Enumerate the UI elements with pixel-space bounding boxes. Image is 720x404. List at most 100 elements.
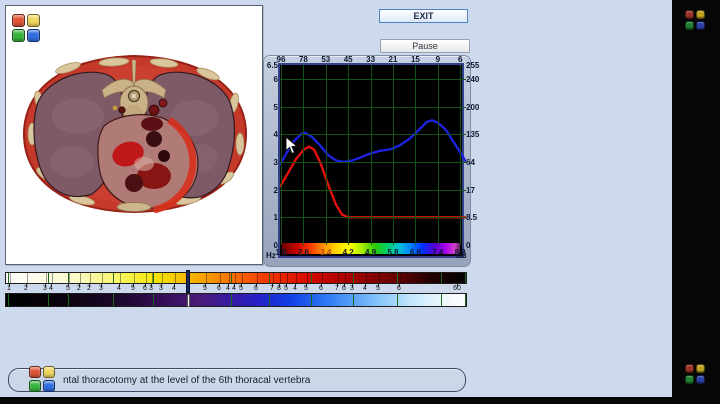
spectrum-tick [220,273,221,283]
axis-label: 2 [264,186,278,195]
app-window: EXIT Pause 1.8962.6783.4534.2454.9335.82… [0,0,720,404]
axis-label: 8.5 [466,213,482,222]
blue-square-button[interactable] [43,380,55,392]
spectrum-tick [256,284,257,287]
axis-label: 45 [340,55,356,64]
yellow-square-button[interactable] [696,364,705,373]
spectrum-tick [102,273,103,283]
spectrum-tick [269,294,270,306]
spectrum-tick [279,284,280,287]
yellow-square-button[interactable] [43,366,55,378]
spectrum-tick [280,273,281,283]
spectrum-tick [8,294,9,306]
spectrum-tick [441,273,442,283]
green-square-button[interactable] [685,375,694,384]
spectrum-tick [79,284,80,287]
gridline [280,79,466,80]
spectrum-tick [229,273,230,283]
red-square-button[interactable] [685,10,694,19]
spectrum-tick [101,284,102,287]
axis-label: 53 [318,55,334,64]
spectrum-tick [397,273,398,283]
view-control-buttons [12,14,40,42]
red-square-button[interactable] [29,366,41,378]
spectrum-tick [9,284,10,287]
hz-unit-label: Hz [266,251,276,260]
spectrum-slider-bottom[interactable] [187,294,190,307]
green-square-button[interactable] [29,380,41,392]
spectrum-scale-labels: 1234522345633456445678545676345660 [5,284,467,293]
spectrum-tick [365,284,366,287]
axis-label: 15 [407,55,423,64]
bottom-black-strip [0,397,720,404]
blue-square-button[interactable] [696,21,705,30]
pause-button[interactable]: Pause [380,39,470,53]
thorax-cross-section-image [6,6,262,264]
sternum [117,203,151,212]
spectrum-tick [242,273,243,283]
spectrum-tick [26,284,27,287]
spectrum-tick [344,284,345,287]
spectrum-tick [287,273,288,283]
spectrum-tick [231,294,232,306]
spectrum-tick [228,284,229,287]
spectrum-tick [337,284,338,287]
red-square-button[interactable] [685,364,694,373]
yellow-square-button[interactable] [27,14,40,27]
axis-label: 21 [385,55,401,64]
status-bar: ntal thoracotomy at the level of the 6th… [8,368,466,392]
spectrum-tick [52,273,53,283]
spectrum-tick [120,273,121,283]
spectrum-tick [235,273,236,283]
spectrum-tick [113,273,114,283]
exit-button[interactable]: EXIT [379,9,468,23]
spectrum-tick [146,273,147,283]
spectrum-tick [353,294,354,306]
spectrum-tick [322,273,323,283]
chart-plot[interactable]: 1.8962.6783.4534.2454.9335.8216.6157.498… [278,63,464,258]
spectrum-tick [241,284,242,287]
spectrum-tick [286,284,287,287]
spectrum-tick [68,273,69,283]
phase-spectrum-bar[interactable] [5,293,467,307]
axis-label: 200 [466,103,482,112]
spectrum-tick [80,273,81,283]
red-square-button[interactable] [12,14,25,27]
spectrum-tick [379,273,380,283]
intensity-spectrum-bar[interactable] [5,272,467,284]
axis-label: 4 [264,130,278,139]
spectrum-tick [205,284,206,287]
spectrum-tick [321,284,322,287]
yellow-square-button[interactable] [696,10,705,19]
spectrum-tick [458,273,459,283]
spectrum-tick [162,273,163,283]
spectrum-tick [400,273,401,283]
spectrum-tick [48,294,49,306]
spectrum-tick [296,273,297,283]
spectrum-slider-top[interactable] [186,270,190,293]
axis-label: 6.5 [264,61,278,70]
spectrum-tick [219,284,220,287]
spectrum-tick [257,273,258,283]
spectrum-tick [399,284,400,287]
gridline [280,162,466,163]
axis-label: 255 [466,61,482,70]
spectrum-tick [272,284,273,287]
spectrum-tick [231,273,232,283]
axis-label: 9 [430,55,446,64]
spectrum-tick [345,273,346,283]
status-text: ntal thoracotomy at the level of the 6th… [63,375,310,386]
axis-label: 135 [466,130,482,139]
spectrum-tick [295,284,296,287]
green-square-button[interactable] [12,29,25,42]
spectrum-tick [352,284,353,287]
axis-label: 64 [466,158,482,167]
blue-square-button[interactable] [27,29,40,42]
blue-square-button[interactable] [696,375,705,384]
axis-label: 4.2 [340,248,356,257]
anatomy-image-panel [5,5,263,265]
green-square-button[interactable] [685,21,694,30]
spectrum-tick [90,273,91,283]
spectrum-tick [465,294,466,306]
spectrum-tick [46,273,47,283]
